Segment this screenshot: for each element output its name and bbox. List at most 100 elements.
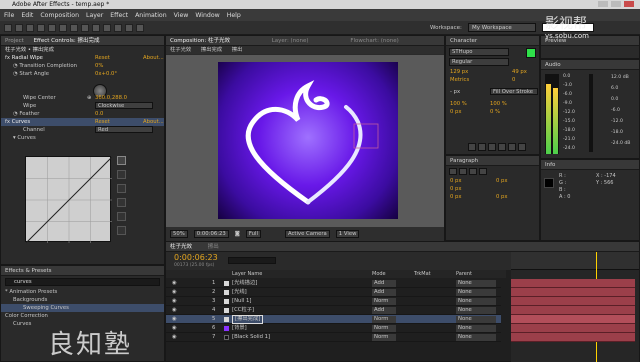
layer-name[interactable]: [擦出完成] — [232, 315, 264, 324]
channel-select[interactable]: Red — [95, 126, 153, 133]
faux-italic-icon[interactable] — [478, 143, 486, 151]
about-link[interactable]: About... — [143, 54, 164, 62]
layer-name[interactable]: [Black Solid 1] — [232, 333, 270, 342]
horizontal-scale-value[interactable]: 100 % — [490, 100, 507, 108]
layer-name[interactable]: [背景] — [232, 324, 247, 333]
tracking-value[interactable]: 0 — [512, 76, 515, 84]
menu-help[interactable]: Help — [227, 12, 241, 19]
menu-layer[interactable]: Layer — [86, 12, 103, 19]
indent-first-value[interactable]: 0 px — [450, 186, 462, 192]
tab-layer[interactable]: Layer: (none) — [272, 38, 309, 44]
tab-effect-controls[interactable]: Effect Controls: 擦出完成 — [34, 38, 100, 44]
effects-search-input[interactable]: curves — [5, 278, 160, 286]
reset-link[interactable]: Reset — [95, 118, 110, 126]
layer-mode-select[interactable]: Norm — [372, 298, 396, 305]
crosshair-icon[interactable]: ⊕ — [87, 94, 91, 102]
list-item[interactable]: * Animation Presets — [1, 288, 164, 296]
layer-name[interactable]: [光线描边] — [232, 279, 257, 288]
pen-tool-icon[interactable] — [81, 24, 89, 32]
layer-label-chip[interactable] — [224, 281, 229, 286]
text-tool-icon[interactable] — [92, 24, 100, 32]
menu-composition[interactable]: Composition — [40, 12, 79, 19]
menu-edit[interactable]: Edit — [21, 12, 33, 19]
pencil-tool-icon[interactable] — [117, 170, 126, 179]
layer-parent-select[interactable]: None — [456, 316, 496, 323]
list-item[interactable]: Sweeping Curves — [1, 304, 164, 312]
layer-label-chip[interactable] — [224, 299, 229, 304]
workspace-select[interactable]: My Workspace — [468, 23, 536, 32]
property-value[interactable]: 360.0,288.0 — [95, 94, 127, 102]
visibility-icon[interactable]: ◉ — [172, 315, 177, 324]
layer-label-chip[interactable] — [224, 335, 229, 340]
comp-timecode[interactable]: 0:00:06:23 — [193, 230, 229, 238]
menu-window[interactable]: Window — [195, 12, 219, 19]
layer-bar[interactable] — [511, 288, 635, 297]
align-center-icon[interactable] — [459, 168, 467, 175]
leading-value[interactable]: 49 px — [512, 68, 527, 76]
property-value[interactable]: 0x+0.0° — [95, 70, 117, 78]
open-curve-icon[interactable] — [117, 184, 126, 193]
tab-flowchart[interactable]: Flowchart: (none) — [350, 38, 398, 44]
curves-graph[interactable] — [25, 156, 113, 244]
list-item[interactable]: Color Correction — [1, 312, 164, 320]
layer-mode-select[interactable]: Add — [372, 289, 396, 296]
maximize-icon[interactable] — [611, 1, 621, 7]
zoom-tool-icon[interactable] — [26, 24, 34, 32]
visibility-icon[interactable]: ◉ — [172, 279, 177, 288]
layer-mode-select[interactable]: Add — [372, 280, 396, 287]
layer-name[interactable]: [光线] — [232, 288, 247, 297]
superscript-icon[interactable] — [508, 143, 516, 151]
layer-parent-select[interactable]: None — [456, 334, 496, 341]
visibility-icon[interactable]: ◉ — [172, 324, 177, 333]
save-curve-icon[interactable] — [117, 198, 126, 207]
menu-file[interactable]: File — [4, 12, 14, 19]
table-row[interactable]: ◉ 1 [光线描边] Add None — [166, 279, 501, 288]
list-item[interactable]: Backgrounds — [1, 296, 164, 304]
breadcrumb-item[interactable]: 柱子光效 — [170, 47, 191, 53]
table-row[interactable]: ◉ 3 [Null 1] Norm None — [166, 297, 501, 306]
zoom-select[interactable]: 50% — [170, 230, 188, 238]
baseline-value[interactable]: 0 px — [450, 109, 462, 115]
visibility-icon[interactable]: ◉ — [172, 297, 177, 306]
menu-animation[interactable]: Animation — [135, 12, 167, 19]
effect-radial-wipe[interactable]: fx Radial Wipe Reset About... — [1, 54, 164, 62]
table-row[interactable]: ◉ 7 [Black Solid 1] Norm None — [166, 333, 501, 342]
fx-icon[interactable]: fx — [5, 119, 12, 125]
tab-project[interactable]: Project — [5, 38, 24, 44]
table-row[interactable]: ◉ 4 [CC粒子] Add None — [166, 306, 501, 315]
indent-right-value[interactable]: 0 px — [496, 177, 508, 185]
layer-label-chip[interactable] — [224, 290, 229, 295]
reset-link[interactable]: Reset — [95, 54, 110, 62]
table-row[interactable]: ◉ 2 [光线] Add None — [166, 288, 501, 297]
time-ruler[interactable] — [511, 252, 639, 270]
timeline-tracks[interactable] — [511, 252, 639, 362]
layer-bar[interactable] — [511, 324, 635, 333]
layer-mode-select[interactable]: Norm — [372, 316, 396, 323]
small-caps-icon[interactable] — [498, 143, 506, 151]
layer-label-chip[interactable] — [224, 317, 229, 322]
close-icon[interactable] — [624, 1, 634, 7]
comp-viewer[interactable] — [166, 55, 444, 227]
font-select[interactable]: STHupo — [449, 48, 509, 56]
fill-color-swatch[interactable] — [526, 48, 536, 58]
smooth-curve-icon[interactable] — [117, 212, 126, 221]
timeline-timecode[interactable]: 0:00:06:23 — [174, 253, 218, 262]
layer-mode-select[interactable]: Norm — [372, 334, 396, 341]
camera-select[interactable]: Active Camera — [284, 230, 330, 238]
align-right-icon[interactable] — [469, 168, 477, 175]
visibility-icon[interactable]: ◉ — [172, 306, 177, 315]
volume-slider[interactable] — [589, 74, 593, 152]
layer-parent-select[interactable]: None — [456, 280, 496, 287]
timeline-search-input[interactable] — [228, 257, 276, 264]
layer-mode-select[interactable]: Add — [372, 307, 396, 314]
clone-tool-icon[interactable] — [114, 24, 122, 32]
camera-tool-icon[interactable] — [48, 24, 56, 32]
menu-effect[interactable]: Effect — [110, 12, 128, 19]
snapshot-icon[interactable]: ◙ — [235, 231, 240, 237]
layer-bar[interactable] — [511, 333, 635, 342]
layer-bar[interactable] — [511, 279, 635, 288]
vertical-scale-value[interactable]: 100 % — [450, 101, 467, 107]
minimize-icon[interactable] — [598, 1, 608, 7]
layer-bar[interactable] — [511, 306, 635, 315]
about-link[interactable]: About... — [143, 118, 164, 126]
